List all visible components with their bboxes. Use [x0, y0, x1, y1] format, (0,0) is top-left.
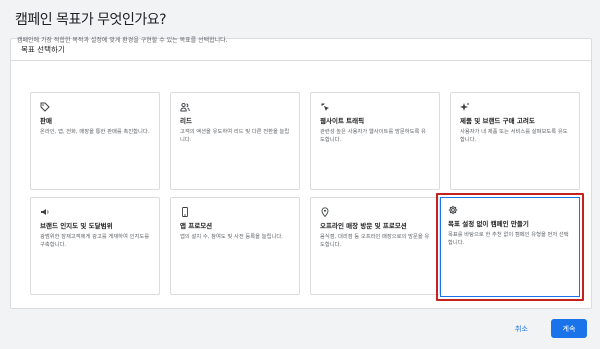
continue-button[interactable]: 계속	[551, 319, 587, 338]
tag-icon	[40, 102, 50, 112]
megaphone-icon	[41, 209, 49, 215]
goal-card-website-traffic[interactable]: 웹사이트 트래픽 관련성 높은 사용자가 웹사이트를 방문하도록 유도합니다.	[310, 92, 440, 190]
goal-card-desc: 음식점, 대리점 등 오프라인 매장으로의 방문을 유도합니다.	[320, 234, 430, 248]
goal-card-local-store[interactable]: 오프라인 매장 방문 및 프로모션 음식점, 대리점 등 오프라인 매장으로의 …	[310, 197, 440, 295]
goal-card-desc: 목표를 바탕으로 한 추천 없이 캠페인 유형을 먼저 선택합니다.	[448, 232, 569, 246]
goal-card-desc: 앱의 설치 수, 참여도 및 사전 등록을 늘립니다.	[180, 234, 283, 240]
continue-button-label: 계속	[562, 324, 576, 333]
people-icon	[180, 102, 190, 112]
gear-icon	[448, 205, 458, 215]
phone-icon	[182, 207, 188, 217]
goal-card-desc: 관련성 높은 사용자가 웹사이트를 방문하도록 유도합니다.	[320, 129, 426, 143]
panel-description: 캠페인에 가장 적합한 목적과 설정에 맞게 환경을 구현할 수 있는 목표를 …	[17, 37, 228, 44]
page-title: 캠페인 목표가 무엇인가요?	[15, 12, 167, 28]
goal-card-leads[interactable]: 리드 고객의 액션을 유도하여 리드 및 다른 전환을 늘립니다.	[170, 92, 300, 190]
goal-card-sales[interactable]: 판매 온라인, 앱, 전화, 매장을 통한 판매를 촉진합니다.	[30, 92, 160, 190]
selection-highlight: 목표 설정 없이 캠페인 만들기 목표를 바탕으로 한 추천 없이 캠페인 유형…	[436, 193, 584, 301]
goal-card-desc: 광범위한 잠재고객에게 광고를 게재하여 인지도를 구축합니다.	[40, 234, 150, 248]
goal-card-title: 판매	[40, 117, 52, 125]
sparkle-cursor-icon	[321, 103, 329, 111]
goal-card-desc: 고객의 액션을 유도하여 리드 및 다른 전환을 늘립니다.	[180, 129, 290, 143]
goal-card-desc: 온라인, 앱, 전화, 매장을 통한 판매를 촉진합니다.	[40, 129, 150, 135]
location-pin-icon	[321, 207, 329, 217]
panel-header-label: 목표 선택하기	[21, 45, 65, 54]
sparkle-icon	[460, 102, 470, 111]
cancel-button[interactable]: 취소	[515, 324, 528, 334]
goal-card-no-guidance[interactable]: 목표 설정 없이 캠페인 만들기 목표를 바탕으로 한 추천 없이 캠페인 유형…	[440, 197, 580, 297]
goal-card-title: 웹사이트 트래픽	[320, 117, 365, 125]
goal-card-app-promotion[interactable]: 앱 프로모션 앱의 설치 수, 참여도 및 사전 등록을 늘립니다.	[170, 197, 300, 295]
goal-card-title: 브랜드 인지도 및 도달범위	[40, 222, 113, 230]
goal-card-consideration[interactable]: 제품 및 브랜드 구매 고려도 사용자가 내 제품 또는 서비스를 살펴보도록 …	[450, 92, 580, 190]
goal-card-title: 오프라인 매장 방문 및 프로모션	[320, 222, 407, 230]
goal-card-title: 제품 및 브랜드 구매 고려도	[460, 117, 535, 125]
goal-card-title: 리드	[180, 117, 192, 125]
goal-card-awareness[interactable]: 브랜드 인지도 및 도달범위 광범위한 잠재고객에게 광고를 게재하여 인지도를…	[30, 197, 160, 295]
goal-card-title: 앱 프로모션	[180, 222, 213, 230]
goal-card-desc: 사용자가 내 제품 또는 서비스를 살펴보도록 유도합니다.	[460, 129, 568, 143]
goal-card-title: 목표 설정 없이 캠페인 만들기	[448, 220, 529, 228]
